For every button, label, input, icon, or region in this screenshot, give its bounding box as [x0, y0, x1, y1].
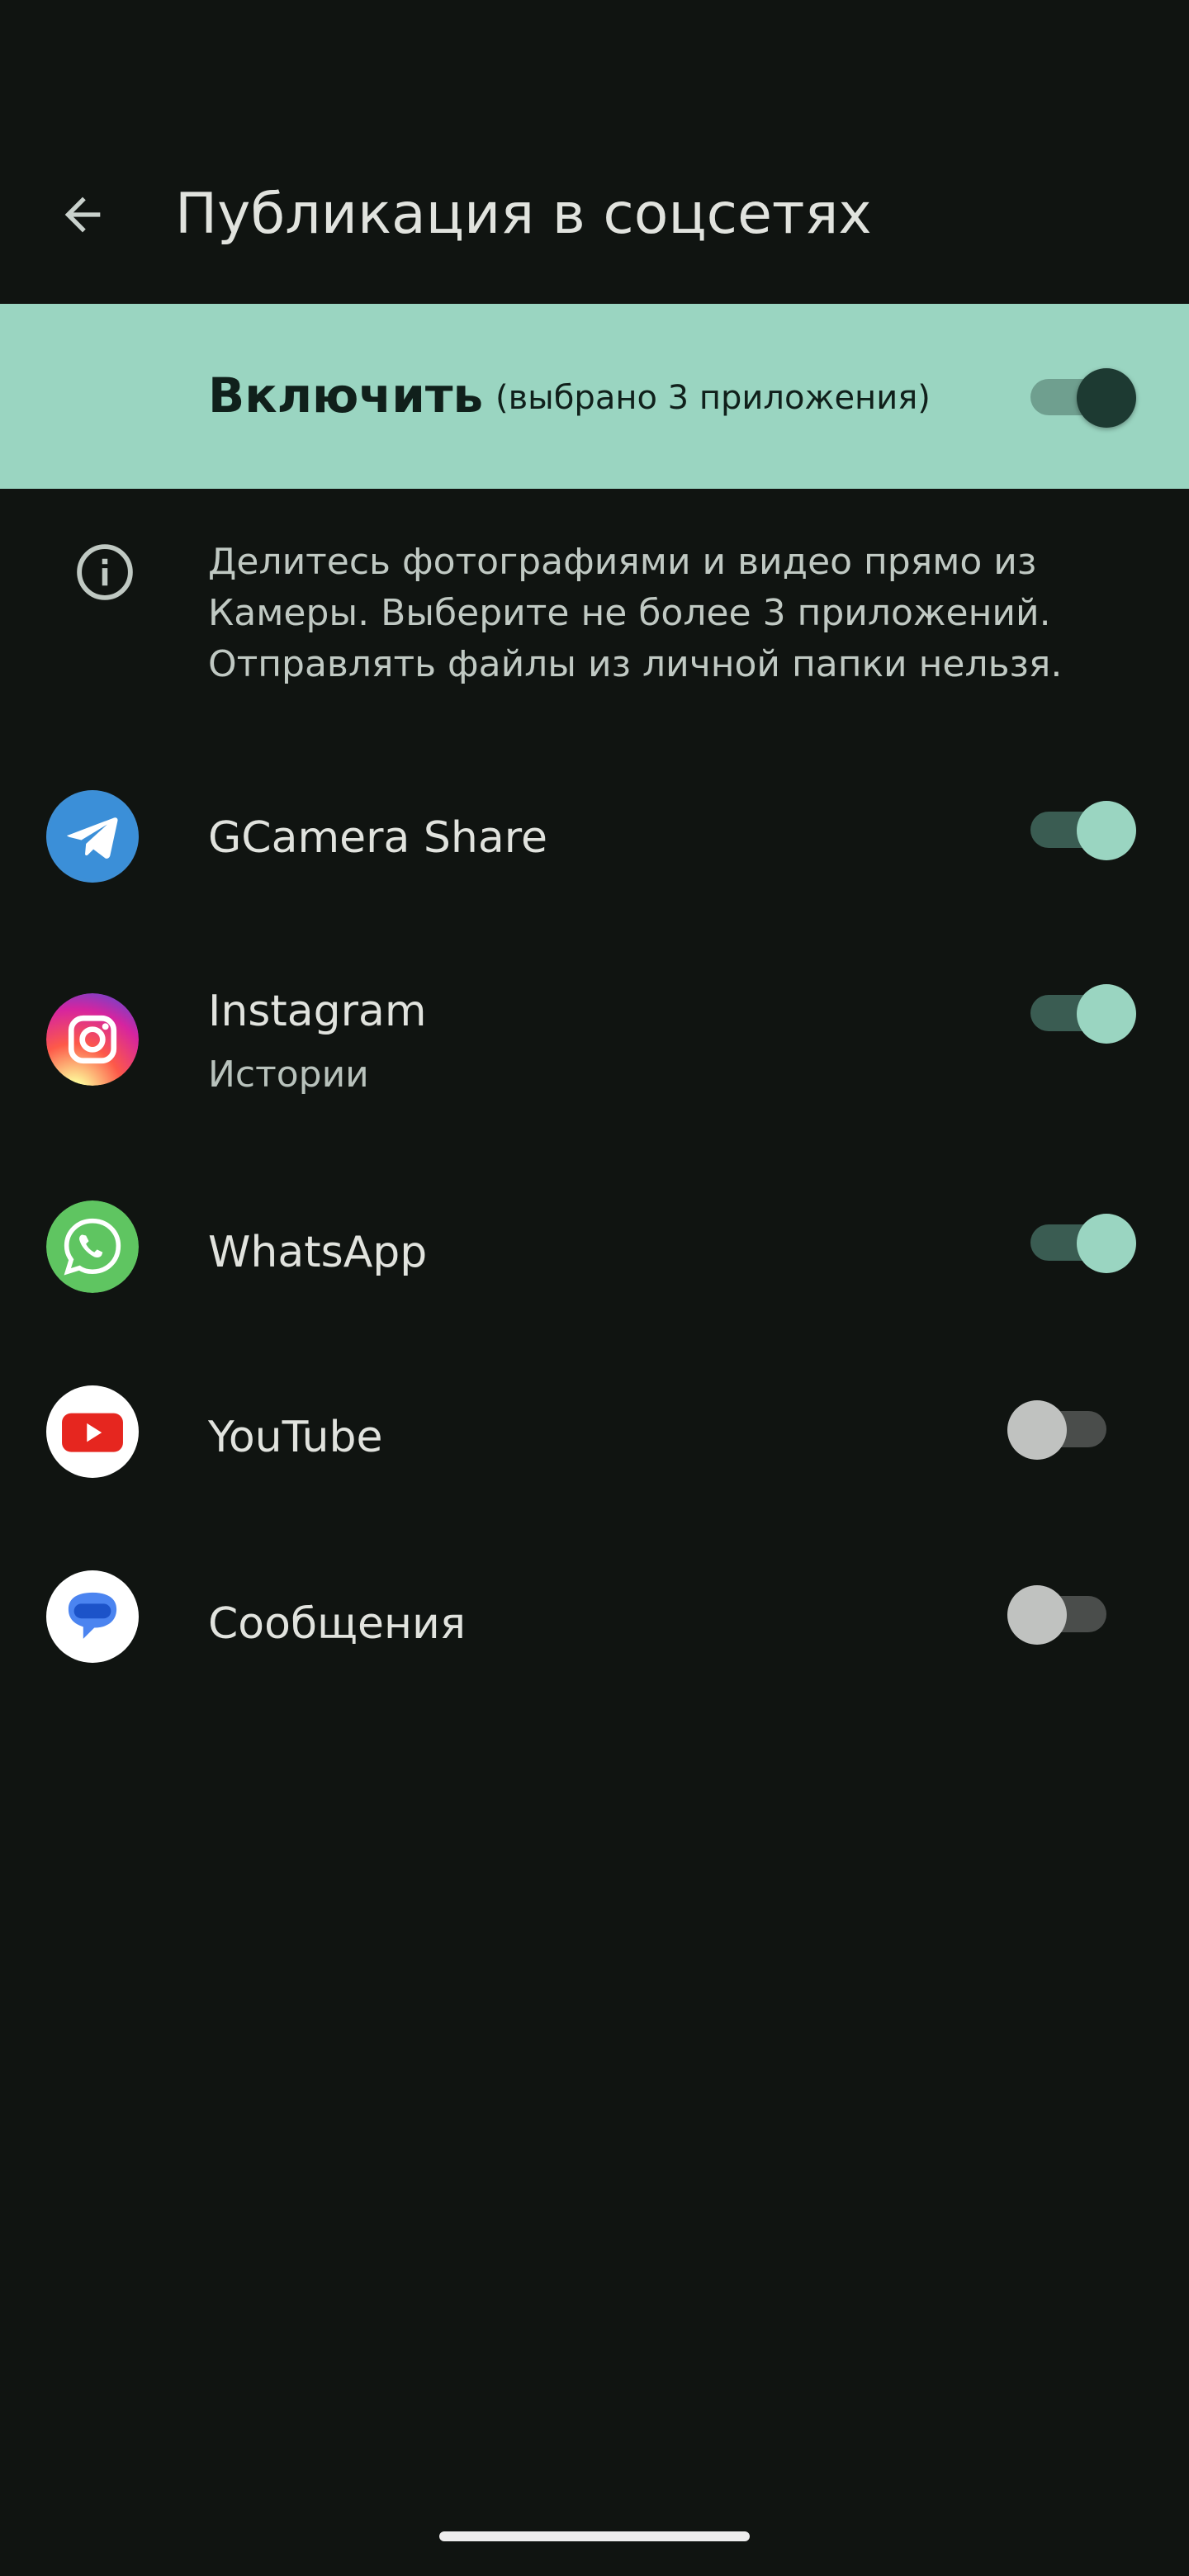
- toggle-gcamera-share[interactable]: [1011, 794, 1136, 864]
- toggle-youtube[interactable]: [1007, 1394, 1126, 1463]
- toggle-thumb: [1077, 1214, 1136, 1273]
- page-title: Публикация в соцсетях: [175, 182, 872, 247]
- toggle-thumb: [1007, 1585, 1067, 1645]
- toggle-thumb: [1077, 801, 1136, 860]
- master-switch-subtitle: (выбрано 3 приложения): [495, 379, 931, 417]
- app-subtitle: Истории: [208, 1054, 369, 1096]
- app-name: Instagram: [208, 987, 427, 1036]
- app-name: YouTube: [208, 1413, 383, 1462]
- master-switch-label: Включить: [208, 367, 484, 424]
- arrow-back-icon: [64, 197, 101, 233]
- toggle-instagram[interactable]: [1011, 978, 1136, 1047]
- master-toggle[interactable]: [1011, 362, 1136, 431]
- youtube-icon: [46, 1385, 139, 1478]
- info-description: Делитесь фотографиями и видео прямо из К…: [208, 541, 1063, 685]
- whatsapp-icon: [46, 1200, 139, 1293]
- home-indicator[interactable]: [439, 2531, 750, 2541]
- back-button[interactable]: [33, 165, 132, 264]
- app-name: GCamera Share: [208, 813, 547, 863]
- app-name: Сообщения: [208, 1599, 467, 1649]
- toggle-messages[interactable]: [1007, 1579, 1126, 1648]
- info-icon: [73, 540, 137, 604]
- toggle-thumb: [1077, 984, 1136, 1044]
- telegram-icon: [46, 790, 139, 883]
- instagram-icon: [46, 993, 139, 1086]
- toggle-whatsapp[interactable]: [1011, 1207, 1136, 1276]
- toggle-thumb: [1007, 1400, 1067, 1460]
- app-name: WhatsApp: [208, 1228, 428, 1277]
- toggle-thumb: [1077, 368, 1136, 428]
- messages-icon: [46, 1570, 139, 1663]
